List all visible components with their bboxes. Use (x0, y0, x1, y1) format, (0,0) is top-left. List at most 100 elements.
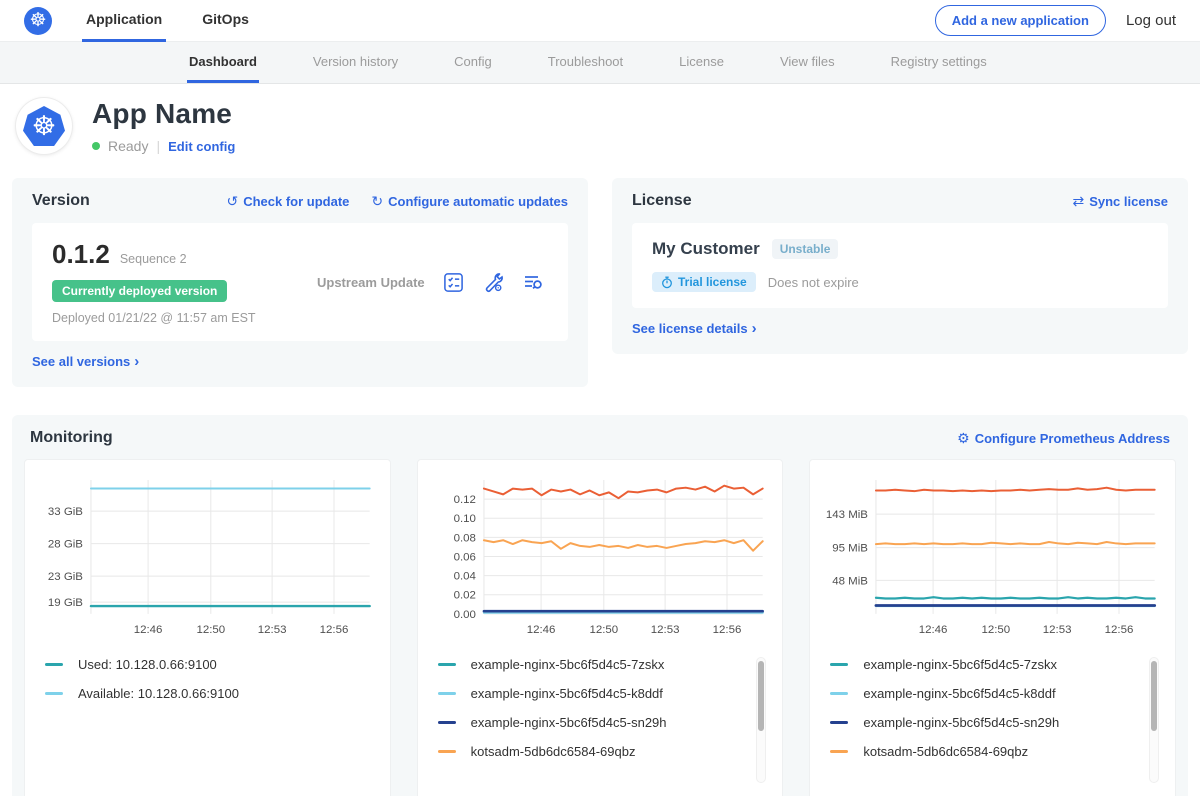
see-license-details-link[interactable]: See license details› (632, 320, 757, 337)
svg-text:0.08: 0.08 (453, 532, 475, 544)
currently-deployed-badge: Currently deployed version (52, 280, 227, 302)
license-card: License ⇄Sync license My Customer Unstab… (612, 178, 1188, 354)
sync-license-link[interactable]: ⇄Sync license (1072, 193, 1168, 210)
legend-color-dash-icon (438, 663, 456, 666)
top-bar-tabs: Application GitOps (82, 0, 285, 42)
top-bar: ☸ Application GitOps Add a new applicatio… (0, 0, 1200, 42)
check-for-update-link[interactable]: ↺Check for update (226, 193, 349, 210)
legend-color-dash-icon (438, 692, 456, 695)
legend-label: example-nginx-5bc6f5d4c5-k8ddf (471, 686, 663, 701)
legend-item: example-nginx-5bc6f5d4c5-7zskx (830, 657, 1165, 673)
license-panel: My Customer Unstable Trial license Does … (632, 223, 1168, 308)
legend-label: example-nginx-5bc6f5d4c5-sn29h (863, 715, 1059, 730)
subnav-item-dashboard[interactable]: Dashboard (187, 42, 259, 83)
svg-text:23 GiB: 23 GiB (48, 571, 83, 583)
license-expiry: Does not expire (768, 275, 859, 290)
legend-item: example-nginx-5bc6f5d4c5-k8ddf (830, 686, 1165, 702)
topbar-tab-application[interactable]: Application (82, 0, 166, 42)
legend-item: Used: 10.128.0.66:9100 (45, 657, 380, 673)
version-sequence: Sequence 2 (120, 252, 187, 266)
svg-text:33 GiB: 33 GiB (48, 506, 83, 518)
svg-text:28 GiB: 28 GiB (48, 539, 83, 551)
add-new-application-button[interactable]: Add a new application (935, 5, 1106, 36)
legend-item: kotsadm-5db6dc6584-69qbz (438, 744, 773, 760)
topbar-tab-gitops[interactable]: GitOps (198, 0, 253, 42)
disk-usage-legend: Used: 10.128.0.66:9100 Available: 10.128.… (45, 657, 380, 789)
legend-label: kotsadm-5db6dc6584-69qbz (863, 744, 1028, 759)
svg-text:0.12: 0.12 (453, 494, 475, 506)
deploy-logs-icon[interactable] (522, 271, 544, 293)
page-title: App Name (92, 98, 235, 130)
cpu-usage-legend: example-nginx-5bc6f5d4c5-7zskx example-ng… (438, 657, 773, 789)
customer-name: My Customer (652, 239, 760, 259)
app-header: ☸ App Name Ready | Edit config (0, 84, 1200, 164)
top-bar-right: Add a new application Log out (935, 5, 1176, 36)
memory-usage-chart-card: 12:4612:5012:5312:5648 MiB95 MiB143 MiB … (809, 459, 1176, 796)
legend-item: Available: 10.128.0.66:9100 (45, 686, 380, 702)
status-divider: | (156, 138, 160, 154)
legend-label: kotsadm-5db6dc6584-69qbz (471, 744, 636, 759)
kubernetes-logo-icon: ☸ (24, 7, 52, 35)
legend-label: example-nginx-5bc6f5d4c5-7zskx (471, 657, 665, 672)
legend-item: example-nginx-5bc6f5d4c5-sn29h (438, 715, 773, 731)
svg-text:95 MiB: 95 MiB (833, 543, 869, 555)
legend-label: example-nginx-5bc6f5d4c5-k8ddf (863, 686, 1055, 701)
subnav-item-version-history[interactable]: Version history (311, 42, 400, 83)
svg-text:0.02: 0.02 (453, 590, 475, 602)
version-number: 0.1.2 (52, 239, 110, 270)
legend-color-dash-icon (830, 750, 848, 753)
license-card-title: License (632, 192, 692, 210)
cpu-usage-chart-card: 12:4612:5012:5312:560.000.020.040.060.08… (417, 459, 784, 796)
deployed-version-panel: 0.1.2 Sequence 2 Currently deployed vers… (32, 223, 568, 341)
legend-item: kotsadm-5db6dc6584-69qbz (830, 744, 1165, 760)
legend-scrollbar[interactable] (1149, 657, 1159, 783)
svg-text:0.00: 0.00 (453, 609, 475, 621)
svg-text:12:53: 12:53 (1043, 624, 1072, 636)
edit-config-link[interactable]: Edit config (168, 139, 235, 154)
app-sub-nav: Dashboard Version history Config Troublesho… (0, 42, 1200, 84)
svg-text:12:53: 12:53 (650, 624, 679, 636)
legend-color-dash-icon (438, 721, 456, 724)
configure-automatic-updates-link[interactable]: ↻Configure automatic updates (371, 193, 568, 210)
log-out-button[interactable]: Log out (1126, 12, 1176, 29)
deployed-timestamp: Deployed 01/21/22 @ 11:57 am EST (52, 311, 292, 325)
app-status-text: Ready (108, 138, 148, 154)
svg-text:0.06: 0.06 (453, 551, 475, 563)
kots-admin-console: ☸ Application GitOps Add a new applicatio… (0, 0, 1200, 796)
svg-text:48 MiB: 48 MiB (833, 575, 869, 587)
svg-text:0.10: 0.10 (453, 513, 475, 525)
charts-row: 12:4612:5012:5312:5619 GiB23 GiB28 GiB33… (24, 459, 1176, 796)
svg-text:0.04: 0.04 (453, 571, 476, 583)
subnav-item-license[interactable]: License (677, 42, 726, 83)
config-wrench-icon[interactable] (482, 271, 504, 293)
svg-text:12:50: 12:50 (982, 624, 1011, 636)
svg-text:12:46: 12:46 (134, 624, 163, 636)
app-avatar: ☸ (16, 98, 72, 154)
legend-color-dash-icon (45, 663, 63, 666)
version-card: Version ↺Check for update ↻Configure aut… (12, 178, 588, 387)
preflight-checks-icon[interactable] (442, 271, 464, 293)
legend-label: Available: 10.128.0.66:9100 (78, 686, 239, 701)
legend-color-dash-icon (830, 721, 848, 724)
cpu-usage-plot: 12:4612:5012:5312:560.000.020.040.060.08… (428, 470, 773, 647)
svg-text:12:56: 12:56 (1105, 624, 1134, 636)
channel-badge: Unstable (772, 239, 839, 259)
version-card-title: Version (32, 192, 90, 210)
see-all-versions-link[interactable]: See all versions› (32, 353, 139, 370)
svg-text:12:46: 12:46 (919, 624, 948, 636)
legend-scrollbar[interactable] (756, 657, 766, 783)
legend-item: example-nginx-5bc6f5d4c5-k8ddf (438, 686, 773, 702)
chevron-right-icon: › (752, 320, 757, 337)
subnav-item-config[interactable]: Config (452, 42, 494, 83)
subnav-item-registry-settings[interactable]: Registry settings (889, 42, 989, 83)
memory-usage-legend: example-nginx-5bc6f5d4c5-7zskx example-ng… (830, 657, 1165, 789)
legend-label: Used: 10.128.0.66:9100 (78, 657, 217, 672)
legend-label: example-nginx-5bc6f5d4c5-sn29h (471, 715, 667, 730)
subnav-item-view-files[interactable]: View files (778, 42, 837, 83)
legend-color-dash-icon (830, 663, 848, 666)
trial-license-badge: Trial license (652, 272, 756, 292)
configure-prometheus-link[interactable]: ⚙Configure Prometheus Address (957, 430, 1170, 447)
svg-text:143 MiB: 143 MiB (826, 509, 868, 521)
svg-text:12:56: 12:56 (712, 624, 741, 636)
subnav-item-troubleshoot[interactable]: Troubleshoot (546, 42, 625, 83)
